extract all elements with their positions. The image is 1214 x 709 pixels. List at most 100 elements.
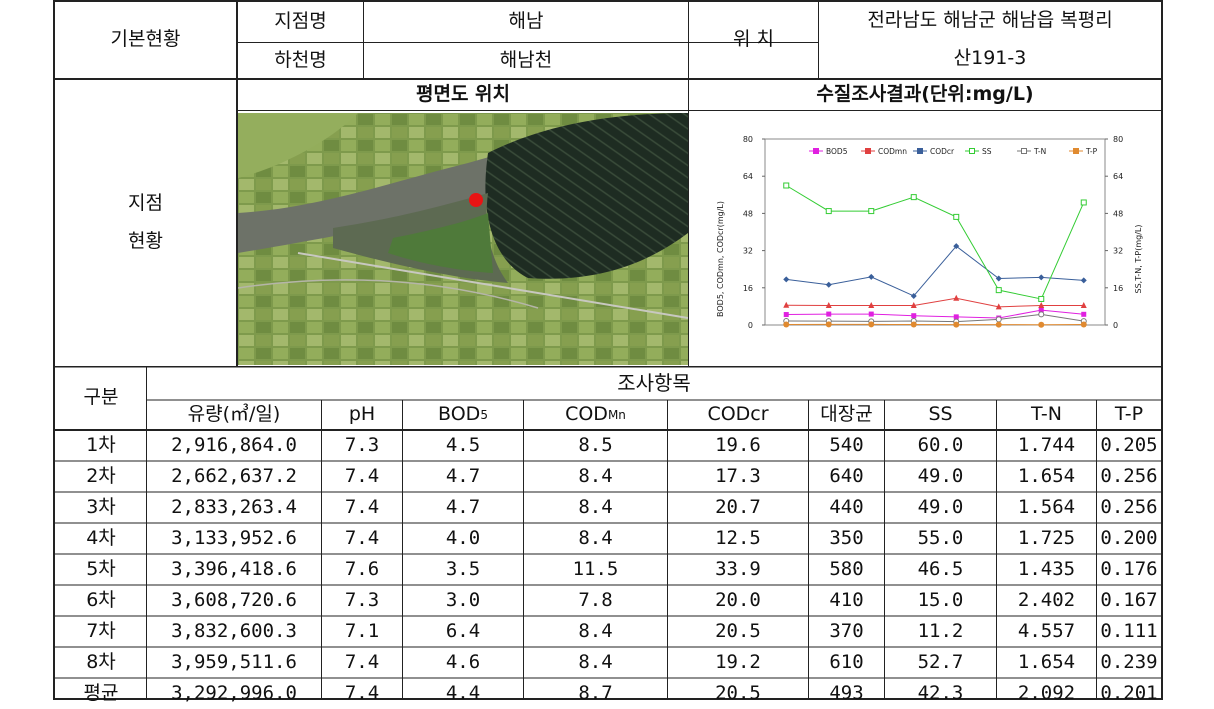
legend-label: T-N (1033, 147, 1046, 156)
location-address: 전라남도 해남군 해남읍 복평리 (867, 9, 1113, 32)
cell-flow: 3,608,720.6 (171, 588, 297, 611)
cell-ph: 7.4 (344, 495, 380, 518)
cell-ss: 49.0 (917, 495, 964, 518)
point-t-p (783, 321, 790, 328)
y2-tick-label: 48 (1113, 209, 1123, 218)
cell-codmn: 8.4 (578, 464, 613, 487)
row-label: 8차 (86, 650, 116, 673)
cell-ph: 7.6 (344, 557, 380, 580)
cell-ss: 42.3 (917, 681, 964, 704)
col-header-coliform: 대장균 (820, 403, 873, 426)
legend-label: T-P (1085, 147, 1098, 156)
cell-flow: 3,832,600.3 (171, 619, 297, 642)
point-t-p (910, 321, 917, 328)
site-name-value: 해남 (508, 10, 544, 33)
point-bod5 (826, 311, 832, 317)
cell-tp: 0.205 (1100, 433, 1158, 456)
cell-flow: 2,833,263.4 (171, 495, 297, 518)
cell-bod5: 3.5 (445, 557, 481, 580)
map-title: 평면도 위치 (415, 83, 510, 106)
cell-bod5: 4.4 (445, 681, 481, 704)
point-ss (825, 208, 832, 215)
chart-title: 수질조사결과(단위:mg/L) (816, 83, 1034, 106)
point-t-p (995, 321, 1002, 328)
cell-tp: 0.200 (1100, 526, 1158, 549)
cell-flow: 2,916,864.0 (171, 433, 297, 456)
cell-tn: 1.654 (1017, 464, 1076, 487)
cell-bod5: 4.0 (445, 526, 481, 549)
col-header-tn: T-N (1031, 403, 1062, 426)
cell-tn: 2.092 (1017, 681, 1076, 704)
y2-tick-label: 0 (1113, 321, 1118, 330)
col-header-tp: T-P (1114, 403, 1144, 426)
cell-codcr: 33.9 (715, 557, 761, 580)
y-tick-label: 80 (743, 135, 753, 144)
cell-flow: 3,133,952.6 (171, 526, 297, 549)
cell-ph: 7.4 (344, 681, 380, 704)
cell-tn: 1.564 (1017, 495, 1076, 518)
cell-codcr: 20.0 (715, 588, 761, 611)
legend-marker (865, 148, 871, 154)
cell-tn: 1.725 (1017, 526, 1076, 549)
row-label: 1차 (86, 433, 116, 456)
cell-coliform: 350 (829, 526, 864, 549)
cell-ss: 55.0 (917, 526, 964, 549)
cell-tn: 2.402 (1017, 588, 1076, 611)
cell-codcr: 19.6 (715, 433, 761, 456)
cell-coliform: 410 (829, 588, 864, 611)
location-label: 위 치 (733, 28, 774, 51)
cell-flow: 3,396,418.6 (171, 557, 297, 580)
y2-axis-title: SS,T-N, T-P(mg/L) (1134, 225, 1143, 294)
cell-bod5: 4.6 (445, 650, 481, 673)
cell-codmn: 8.4 (578, 526, 613, 549)
site-name-label: 지점명 (274, 10, 327, 33)
point-ss (995, 287, 1002, 294)
point-ss (783, 182, 790, 189)
cell-tn: 1.654 (1017, 650, 1076, 673)
cell-ph: 7.3 (344, 588, 380, 611)
cell-ss: 60.0 (917, 433, 964, 456)
y-tick-label: 64 (743, 172, 753, 181)
point-bod5 (783, 312, 789, 318)
cell-bod5: 3.0 (445, 588, 481, 611)
site-status-label-2: 현황 (128, 230, 163, 253)
point-ss (953, 213, 960, 220)
river-name-value: 해남천 (499, 48, 553, 71)
legend-marker (1073, 148, 1079, 154)
point-t-n (995, 316, 1002, 323)
cell-ss: 46.5 (917, 557, 964, 580)
cell-ph: 7.4 (344, 464, 380, 487)
cell-flow: 3,959,511.6 (171, 650, 297, 673)
basic-status-label: 기본현황 (110, 28, 181, 51)
divider (237, 110, 1163, 111)
cell-tp: 0.201 (1100, 681, 1158, 704)
cell-codmn: 8.7 (578, 681, 613, 704)
cell-codmn: 8.4 (578, 650, 613, 673)
legend-marker (813, 148, 819, 154)
legend-label: CODcr (930, 147, 955, 156)
cell-codcr: 17.3 (715, 464, 761, 487)
cell-bod5: 4.7 (445, 495, 481, 518)
cell-bod5: 4.5 (445, 433, 481, 456)
aerial-map (238, 113, 688, 365)
location-lot: 산191-3 (953, 47, 1027, 70)
cell-codcr: 20.5 (715, 681, 761, 704)
point-ss (910, 194, 917, 201)
cell-codmn: 8.4 (578, 619, 613, 642)
y-tick-label: 0 (748, 321, 753, 330)
cell-codmn: 8.5 (578, 433, 613, 456)
point-t-p (868, 321, 875, 328)
cell-tp: 0.239 (1100, 650, 1158, 673)
cell-codmn: 11.5 (572, 557, 619, 580)
y-tick-label: 48 (743, 209, 753, 218)
row-label: 평균 (83, 681, 119, 704)
row-label: 7차 (86, 619, 116, 642)
col-header-flow: 유량(㎥/일) (187, 403, 281, 426)
cell-flow: 2,662,637.2 (171, 464, 297, 487)
cell-coliform: 580 (829, 557, 864, 580)
point-ss (868, 208, 875, 215)
cell-codmn: 8.4 (578, 495, 613, 518)
legend-label: BOD5 (826, 147, 848, 156)
row-label: 5차 (86, 557, 116, 580)
cell-flow: 3,292,996.0 (171, 681, 297, 704)
